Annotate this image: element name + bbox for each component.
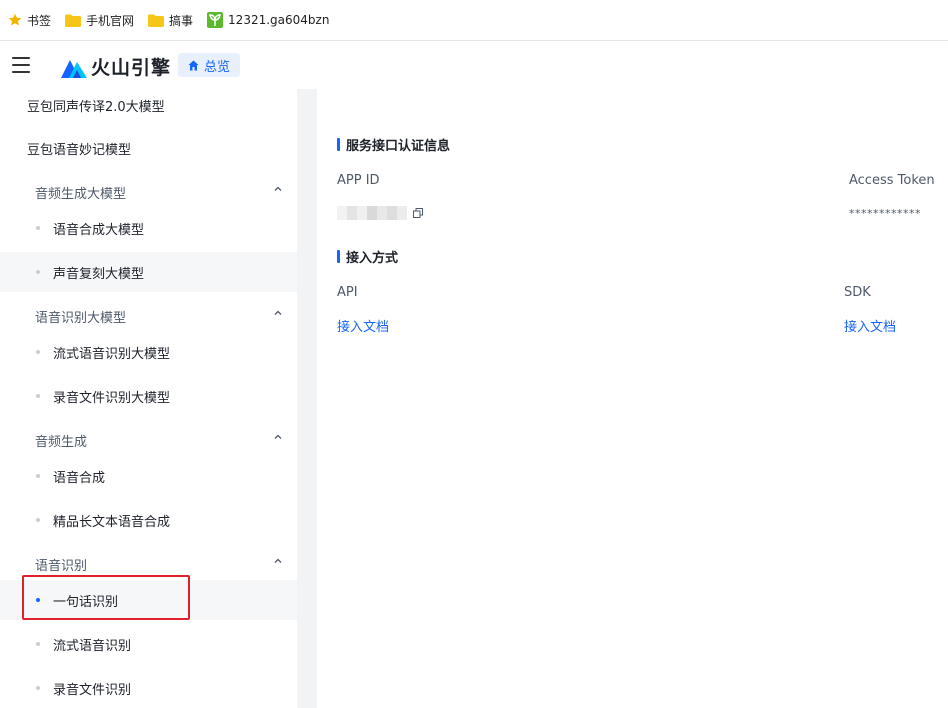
sidebar-item-file-asr[interactable]: 录音文件识别 xyxy=(0,668,297,708)
bullet-dot xyxy=(36,686,40,690)
section-title-text: 服务接口认证信息 xyxy=(346,139,451,154)
sidebar-item-label: 豆包语音妙记模型 xyxy=(27,142,132,158)
auth-section-title: 服务接口认证信息 xyxy=(337,135,450,154)
bullet-dot xyxy=(36,598,40,602)
sidebar-item-sentence-asr[interactable]: 一句话识别 xyxy=(0,580,297,620)
bookmark-bookmarks[interactable]: 书签 xyxy=(8,8,51,32)
bookmark-folder-phone-site[interactable]: 手机官网 xyxy=(65,8,134,32)
sidebar-item-label: 录音文件识别大模型 xyxy=(53,390,171,406)
sidebar-item-streaming-asr-model[interactable]: 流式语音识别大模型 xyxy=(0,332,297,372)
sidebar-item-label: 一句话识别 xyxy=(53,594,119,610)
app-id-label: APP ID xyxy=(337,173,380,188)
overview-button[interactable]: 总览 xyxy=(178,53,241,77)
sidebar-item-simultaneous-interpretation[interactable]: 豆包同声传译2.0大模型 xyxy=(0,85,297,125)
sidebar-group-label: 音频生成 xyxy=(35,434,88,450)
sdk-label: SDK xyxy=(844,285,871,300)
folder-icon xyxy=(65,14,82,27)
bookmark-label: 12321.ga604bzn xyxy=(228,13,330,27)
bookmark-label: 手机官网 xyxy=(86,13,135,28)
sidebar-item-label: 流式语音识别大模型 xyxy=(53,346,171,362)
sdk-doc-link[interactable]: 接入文档 xyxy=(844,316,896,335)
sidebar-item-tts[interactable]: 语音合成 xyxy=(0,456,297,496)
sidebar-item-label: 豆包同声传译2.0大模型 xyxy=(27,99,165,115)
access-section-title: 接入方式 xyxy=(337,247,398,266)
main-content: 服务接口认证信息 APP ID Access Token ***********… xyxy=(317,89,948,708)
sidebar-item-tts-model[interactable]: 语音合成大模型 xyxy=(0,208,297,248)
sidebar-divider xyxy=(297,89,317,708)
access-token-value: ************ xyxy=(849,207,921,220)
bullet-dot xyxy=(36,394,40,398)
sidebar-item-label: 精品长文本语音合成 xyxy=(53,514,171,530)
logo-text: 火山引擎 xyxy=(91,57,172,79)
section-title-text: 接入方式 xyxy=(346,251,399,266)
sidebar: 豆包同声传译2.0大模型 豆包语音妙记模型 音频生成大模型 语音合成大模型 声音… xyxy=(0,89,297,708)
sidebar-group-asr-model[interactable]: 语音识别大模型 xyxy=(0,296,297,336)
api-doc-link[interactable]: 接入文档 xyxy=(337,316,389,335)
top-header: 火山引擎 总览 xyxy=(0,41,948,89)
chevron-up-icon xyxy=(274,186,282,191)
sidebar-group-asr[interactable]: 语音识别 xyxy=(0,544,297,584)
bullet-dot xyxy=(36,474,40,478)
chevron-up-icon xyxy=(274,310,282,315)
bookmark-site[interactable]: 12321.ga604bzn xyxy=(207,8,337,32)
sidebar-group-label: 语音识别 xyxy=(35,558,88,574)
sprout-icon xyxy=(207,12,224,28)
volcengine-logo[interactable]: 火山引擎 xyxy=(61,53,171,80)
section-accent-bar xyxy=(337,250,340,263)
bullet-dot xyxy=(36,518,40,522)
sidebar-item-label: 语音合成 xyxy=(53,470,106,486)
home-icon xyxy=(188,60,199,71)
folder-icon xyxy=(148,14,165,27)
sidebar-item-label: 流式语音识别 xyxy=(53,638,132,654)
sidebar-item-label: 语音合成大模型 xyxy=(53,222,145,238)
sidebar-group-audio-gen[interactable]: 音频生成 xyxy=(0,420,297,460)
sidebar-group-audio-gen-model[interactable]: 音频生成大模型 xyxy=(0,172,297,212)
overview-label: 总览 xyxy=(204,59,231,75)
sidebar-group-label: 语音识别大模型 xyxy=(35,310,127,326)
bookmarks-bar: 书签 手机官网 搞事 12321.ga604bzn xyxy=(0,0,948,41)
sidebar-item-voice-clone-model[interactable]: 声音复刻大模型 xyxy=(0,252,297,292)
bullet-dot xyxy=(36,226,40,230)
sidebar-item-file-asr-model[interactable]: 录音文件识别大模型 xyxy=(0,376,297,416)
app-id-value-masked xyxy=(337,206,407,220)
sidebar-item-label: 录音文件识别 xyxy=(53,682,132,698)
section-accent-bar xyxy=(337,138,340,151)
menu-icon[interactable] xyxy=(12,57,30,73)
sidebar-item-meeting-notes-model[interactable]: 豆包语音妙记模型 xyxy=(0,128,297,168)
sidebar-group-label: 音频生成大模型 xyxy=(35,186,127,202)
bullet-dot xyxy=(36,270,40,274)
api-label: API xyxy=(337,285,358,300)
bullet-dot xyxy=(36,642,40,646)
bookmark-label: 搞事 xyxy=(169,13,194,28)
access-token-label: Access Token xyxy=(849,173,935,188)
star-icon xyxy=(8,13,22,27)
bookmark-label: 书签 xyxy=(27,13,52,28)
sidebar-item-long-text-tts[interactable]: 精品长文本语音合成 xyxy=(0,500,297,540)
bullet-dot xyxy=(36,350,40,354)
copy-icon[interactable] xyxy=(413,208,423,218)
bookmark-folder-misc[interactable]: 搞事 xyxy=(148,8,193,32)
sidebar-item-streaming-asr[interactable]: 流式语音识别 xyxy=(0,624,297,664)
chevron-up-icon xyxy=(274,558,282,563)
chevron-up-icon xyxy=(274,434,282,439)
sidebar-item-label: 声音复刻大模型 xyxy=(53,266,145,282)
logo-mountain-icon xyxy=(61,59,87,78)
